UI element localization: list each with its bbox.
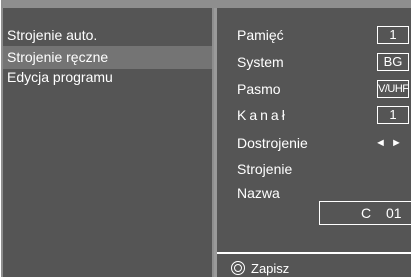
- save-label: Zapisz: [251, 261, 290, 276]
- footer-divider: [217, 252, 411, 254]
- save-hint[interactable]: Zapisz: [231, 261, 289, 277]
- band-value[interactable]: V/UHF: [377, 80, 409, 98]
- menu-item-auto-tuning[interactable]: Strojenie auto.: [3, 24, 212, 47]
- system-label: System: [237, 54, 284, 70]
- tv-menu-screen: Strojenie auto. Strojenie ręczne Edycja …: [1, 0, 411, 277]
- memory-value[interactable]: 1: [377, 26, 409, 44]
- finetune-label: Dostrojenie: [237, 135, 308, 151]
- name-number: 01: [386, 205, 402, 221]
- name-prefix: C: [361, 205, 372, 221]
- channel-value[interactable]: 1: [377, 106, 409, 124]
- system-value[interactable]: BG: [377, 53, 409, 71]
- tuning-label[interactable]: Strojenie: [237, 160, 292, 178]
- circle-button-icon: [231, 261, 245, 275]
- manual-tuning-panel: Pamięć 1 System BG Pasmo V/UHF Kanał 1 D…: [217, 8, 411, 277]
- memory-label: Pamięć: [237, 27, 284, 43]
- finetune-arrows-icon[interactable]: ◄ ►: [375, 134, 403, 152]
- name-label: Nazwa: [237, 185, 280, 201]
- channel-label: Kanał: [237, 107, 288, 123]
- name-field[interactable]: C 01: [319, 201, 411, 225]
- band-label: Pasmo: [237, 81, 281, 97]
- tuning-menu: Strojenie auto. Strojenie ręczne Edycja …: [3, 8, 212, 277]
- menu-item-program-edit[interactable]: Edycja programu: [3, 66, 212, 89]
